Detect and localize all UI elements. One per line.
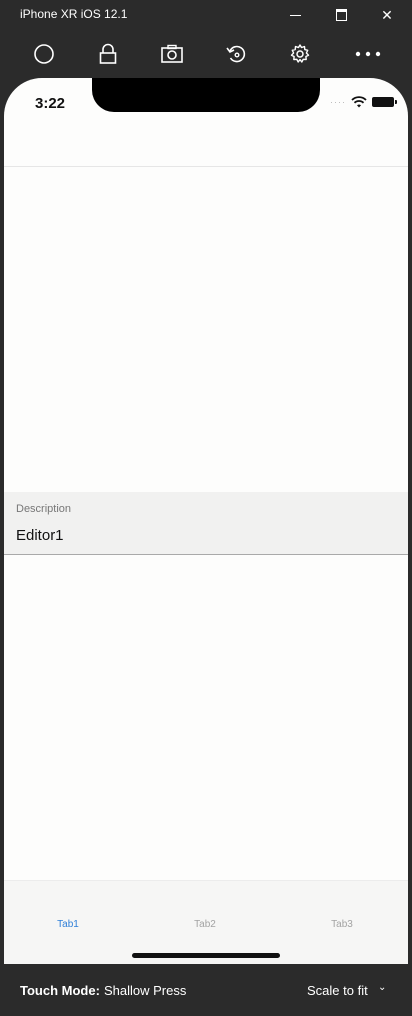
title-bar: iPhone XR iOS 12.1 ✕ <box>0 0 412 30</box>
tab-1[interactable]: Tab1 <box>28 919 108 930</box>
maximize-icon <box>335 9 347 21</box>
chevron-down-icon[interactable]: ⌄ <box>378 982 386 993</box>
status-time: 3:22 <box>35 95 66 112</box>
signal-icon: ···· <box>330 97 346 107</box>
device-notch <box>92 78 320 112</box>
tab-3[interactable]: Tab3 <box>302 919 382 930</box>
close-icon: ✕ <box>381 6 393 23</box>
minimize-button[interactable] <box>272 0 318 30</box>
scale-dropdown[interactable]: Scale to fit <box>307 983 368 998</box>
status-indicators: ···· <box>330 96 397 108</box>
editor-label: Description <box>16 503 72 515</box>
touch-mode-label: Touch Mode: <box>20 983 100 998</box>
tab-bar: Tab1 Tab2 Tab3 <box>4 880 408 964</box>
rotate-button[interactable] <box>220 38 252 70</box>
more-icon <box>355 51 381 57</box>
rotate-icon <box>226 45 246 63</box>
home-indicator[interactable] <box>132 953 280 958</box>
device-screen: 3:22 ···· Description Editor1 Tab1 Tab2 … <box>4 78 408 964</box>
simulator-toolbar <box>0 30 412 78</box>
simulator-window: iPhone XR iOS 12.1 ✕ 3:22 ···· Descripti… <box>0 0 412 1016</box>
touch-mode-value[interactable]: Shallow Press <box>104 983 186 998</box>
editor-text[interactable]: Editor1 <box>16 527 64 544</box>
window-title: iPhone XR iOS 12.1 <box>20 7 128 21</box>
navigation-bar-divider <box>4 166 408 167</box>
gear-icon <box>290 44 310 63</box>
minimize-icon <box>289 14 301 16</box>
home-button[interactable] <box>28 38 60 70</box>
lock-button[interactable] <box>92 38 124 70</box>
description-editor[interactable]: Description Editor1 <box>4 492 408 555</box>
wifi-icon <box>351 96 367 108</box>
screenshot-button[interactable] <box>156 38 188 70</box>
battery-icon <box>372 97 397 107</box>
tab-2[interactable]: Tab2 <box>165 919 245 930</box>
camera-icon <box>161 44 183 63</box>
circle-icon <box>34 44 54 64</box>
more-button[interactable] <box>352 38 384 70</box>
simulator-status-bar: Touch Mode: Shallow Press Scale to fit ⌄ <box>0 964 412 1016</box>
settings-button[interactable] <box>284 38 316 70</box>
maximize-button[interactable] <box>318 0 364 30</box>
lock-icon <box>99 43 117 64</box>
close-button[interactable]: ✕ <box>364 0 410 30</box>
